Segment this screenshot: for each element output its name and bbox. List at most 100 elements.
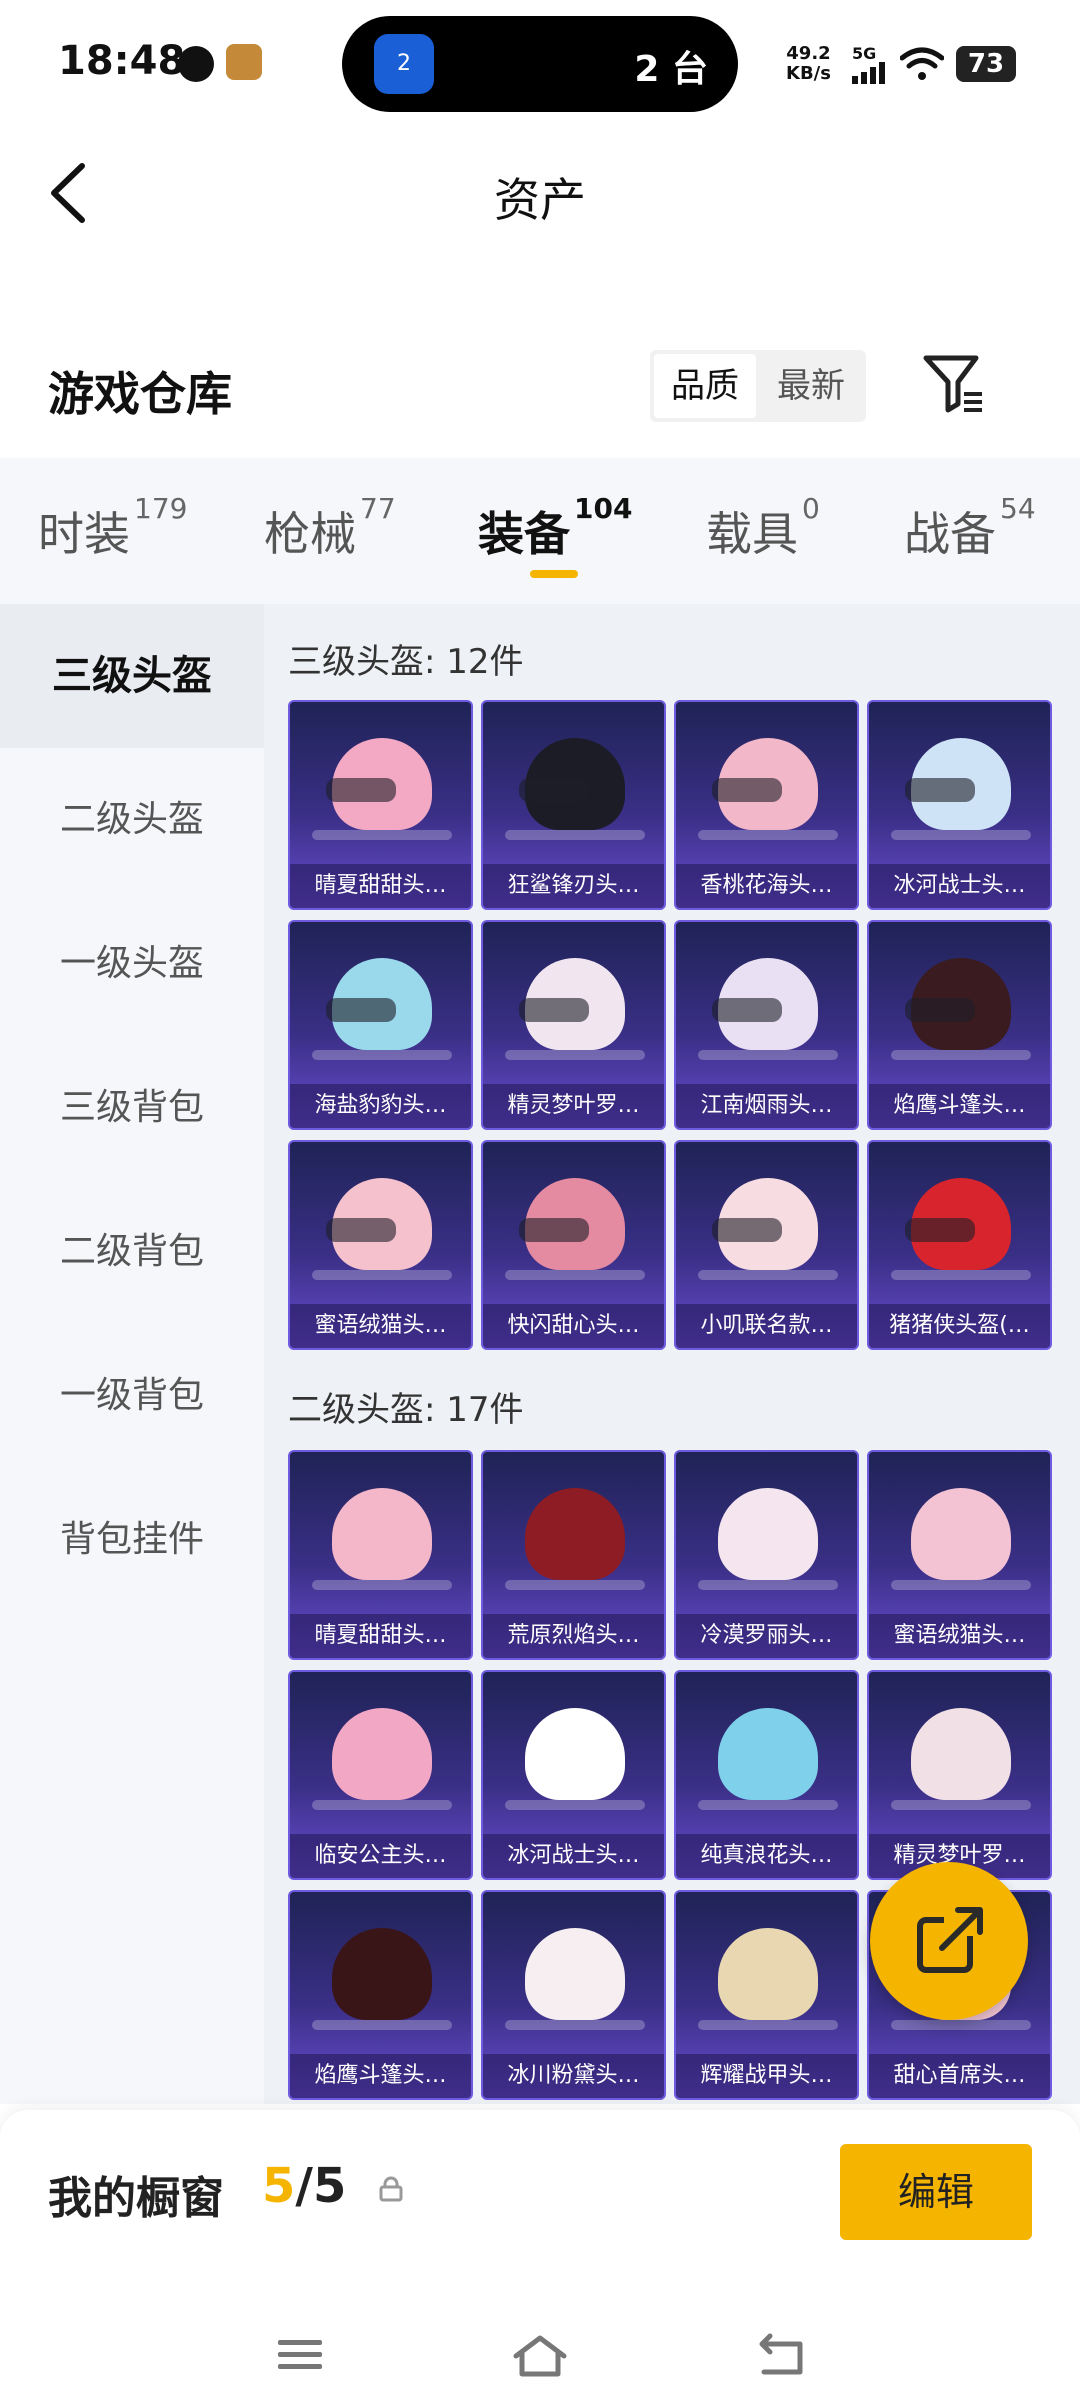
item-name: 小叽联名款… [676, 1304, 857, 1348]
share-button[interactable] [870, 1862, 1028, 2020]
showcase-total: /5 [295, 2158, 347, 2214]
tab-equipment[interactable]: 装备 104 [478, 492, 632, 564]
network-type: 5G [852, 44, 877, 63]
edit-button[interactable]: 编辑 [840, 2144, 1032, 2240]
broadcast-icon: 2 [374, 34, 434, 94]
showcase-current: 5 [262, 2158, 296, 2214]
tab-vehicles[interactable]: 载具 0 [706, 492, 820, 564]
item-card[interactable]: 海盐豹豹头… [288, 920, 473, 1130]
home-icon[interactable] [510, 2330, 570, 2380]
item-card[interactable]: 冷漠罗丽头… [674, 1450, 859, 1660]
item-card[interactable]: 香桃花海头… [674, 700, 859, 910]
card-divider [698, 1050, 838, 1060]
card-divider [698, 2020, 838, 2030]
card-divider [312, 1580, 452, 1590]
card-divider [312, 1270, 452, 1280]
visor-shape [326, 1218, 396, 1242]
item-name: 海盐豹豹头… [290, 1084, 471, 1128]
sidenav-item-level2-backpack[interactable]: 二级背包 [0, 1180, 264, 1324]
notification-app-icon [178, 46, 214, 82]
visor-shape [519, 1218, 589, 1242]
tab-label: 时装 [38, 507, 130, 561]
back-nav-icon[interactable] [750, 2330, 810, 2380]
tab-weapons[interactable]: 枪械 77 [264, 492, 396, 564]
helmet-icon [718, 1488, 818, 1580]
item-card[interactable]: 焰鹰斗篷头… [867, 920, 1052, 1130]
item-name: 冷漠罗丽头… [676, 1614, 857, 1658]
net-speed: 49.2 KB/s [786, 44, 831, 84]
card-divider [505, 1050, 645, 1060]
sidenav-item-level1-backpack[interactable]: 一级背包 [0, 1324, 264, 1468]
tab-label: 枪械 [264, 507, 356, 561]
item-card[interactable]: 江南烟雨头… [674, 920, 859, 1130]
item-name: 荒原烈焰头… [483, 1614, 664, 1658]
item-name: 焰鹰斗篷头… [290, 2054, 471, 2098]
helmet-icon [911, 1488, 1011, 1580]
tab-count: 104 [574, 492, 633, 525]
tab-count: 54 [1000, 492, 1036, 525]
card-divider [698, 1270, 838, 1280]
sidenav-item-level2-helmet[interactable]: 二级头盔 [0, 748, 264, 892]
item-card[interactable]: 狂鲨锋刃头… [481, 700, 666, 910]
sort-newest-button[interactable]: 最新 [760, 354, 862, 418]
item-card[interactable]: 晴夏甜甜头… [288, 700, 473, 910]
dynamic-island[interactable]: 2 2 台 [342, 16, 738, 112]
item-card[interactable]: 蜜语绒猫头… [288, 1140, 473, 1350]
category-tabs: 时装 179 枪械 77 装备 104 载具 0 战备 54 [0, 458, 1080, 604]
island-text: 2 台 [634, 49, 708, 90]
item-card[interactable]: 精灵梦叶罗… [481, 920, 666, 1130]
sidenav-item-backpack-charm[interactable]: 背包挂件 [0, 1468, 264, 1612]
item-card[interactable]: 纯真浪花头… [674, 1670, 859, 1880]
item-card[interactable]: 荒原烈焰头… [481, 1450, 666, 1660]
item-card[interactable]: 精灵梦叶罗… [867, 1670, 1052, 1880]
card-divider [891, 1580, 1031, 1590]
item-name: 冰川粉黛头… [483, 2054, 664, 2098]
item-name: 蜜语绒猫头… [869, 1614, 1050, 1658]
item-card[interactable]: 快闪甜心头… [481, 1140, 666, 1350]
card-divider [505, 1800, 645, 1810]
card-divider [698, 1800, 838, 1810]
item-card[interactable]: 辉耀战甲头… [674, 1890, 859, 2100]
tab-count: 0 [802, 492, 820, 525]
card-divider [891, 2020, 1031, 2030]
item-card[interactable]: 小叽联名款… [674, 1140, 859, 1350]
group-title-level2-helmet: 二级头盔: 17件 [288, 1390, 524, 1430]
filter-icon[interactable] [922, 352, 986, 418]
item-card[interactable]: 冰河战士头… [867, 700, 1052, 910]
item-card[interactable]: 晴夏甜甜头… [288, 1450, 473, 1660]
item-name: 纯真浪花头… [676, 1834, 857, 1878]
item-name: 猪猪侠头盔(… [869, 1304, 1050, 1348]
sidenav-item-level1-helmet[interactable]: 一级头盔 [0, 892, 264, 1036]
helmet-icon [332, 1928, 432, 2020]
sort-quality-button[interactable]: 品质 [654, 354, 756, 418]
card-divider [891, 1800, 1031, 1810]
sidenav-item-level3-backpack[interactable]: 三级背包 [0, 1036, 264, 1180]
item-name: 蜜语绒猫头… [290, 1304, 471, 1348]
showcase-bar: 我的橱窗 5/5 编辑 [0, 2110, 1080, 2400]
tab-supplies[interactable]: 战备 54 [904, 492, 1036, 564]
item-card[interactable]: 蜜语绒猫头… [867, 1450, 1052, 1660]
showcase-label: 我的橱窗 [48, 2173, 224, 2224]
status-time: 18:48 [58, 38, 186, 84]
helmet-icon [911, 1708, 1011, 1800]
item-card[interactable]: 焰鹰斗篷头… [288, 1890, 473, 2100]
tab-label: 载具 [706, 507, 798, 561]
item-card[interactable]: 临安公主头… [288, 1670, 473, 1880]
item-card[interactable]: 冰河战士头… [481, 1670, 666, 1880]
item-card[interactable]: 猪猪侠头盔(… [867, 1140, 1052, 1350]
item-card[interactable]: 冰川粉黛头… [481, 1890, 666, 2100]
item-grid-level3-helmet: 晴夏甜甜头… 狂鲨锋刃头… 香桃花海头… 冰河战士头… 海盐豹豹头… 精灵梦叶罗… 江南烟雨… [288, 700, 1058, 1350]
item-name: 晴夏甜甜头… [290, 864, 471, 908]
card-divider [698, 830, 838, 840]
item-name: 临安公主头… [290, 1834, 471, 1878]
menu-icon[interactable] [270, 2330, 330, 2380]
sidenav-item-level3-helmet[interactable]: 三级头盔 [0, 604, 264, 748]
helmet-icon [718, 1708, 818, 1800]
net-speed-unit: KB/s [786, 63, 831, 84]
item-name: 晴夏甜甜头… [290, 1614, 471, 1658]
tab-fashion[interactable]: 时装 179 [38, 492, 187, 564]
tab-count: 179 [134, 492, 188, 525]
visor-shape [519, 778, 589, 802]
visor-shape [905, 1218, 975, 1242]
helmet-icon [525, 1488, 625, 1580]
